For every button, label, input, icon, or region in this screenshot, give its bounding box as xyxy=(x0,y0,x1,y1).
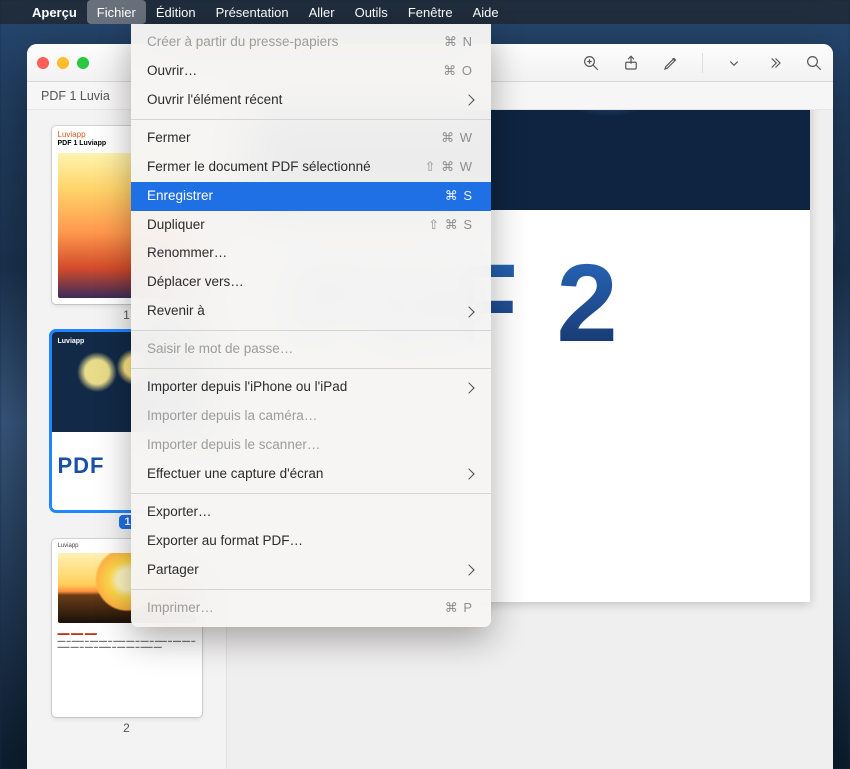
more-icon[interactable] xyxy=(765,54,783,72)
menu-item-label: Dupliquer xyxy=(147,215,205,236)
menu-aide[interactable]: Aide xyxy=(463,0,509,24)
menu-item: Importer depuis la caméra… xyxy=(131,402,491,431)
zoom-in-icon[interactable] xyxy=(582,54,600,72)
menu-fichier[interactable]: Fichier xyxy=(87,0,146,24)
menu-item[interactable]: Effectuer une capture d'écran xyxy=(131,460,491,489)
menu-presentation[interactable]: Présentation xyxy=(206,0,299,24)
share-icon[interactable] xyxy=(622,54,640,72)
menu-outils[interactable]: Outils xyxy=(345,0,398,24)
menu-item[interactable]: Déplacer vers… xyxy=(131,268,491,297)
search-icon[interactable] xyxy=(805,54,823,72)
menu-item-shortcut: ⇧ ⌘ S xyxy=(428,215,473,235)
menu-separator xyxy=(131,493,491,494)
close-window-button[interactable] xyxy=(37,57,49,69)
app-name[interactable]: Aperçu xyxy=(22,5,87,20)
menu-item-label: Créer à partir du presse-papiers xyxy=(147,32,338,53)
menu-item: Imprimer… ⌘ P xyxy=(131,594,491,623)
menu-item[interactable]: Revenir à xyxy=(131,297,491,326)
thumb-body: ▬▬ ▬ ▬▬▬ ▬ ▬▬ ▬▬ ▬ ▬▬▬ ▬▬ ▬ ▬▬ ▬ ▬▬▬ ▬ ▬… xyxy=(52,638,202,657)
menu-item-label: Ouvrir… xyxy=(147,61,197,82)
menu-item-label: Effectuer une capture d'écran xyxy=(147,464,323,485)
menu-item-label: Renommer… xyxy=(147,243,227,264)
menu-item[interactable]: Ouvrir l'élément récent xyxy=(131,86,491,115)
dropdown-icon[interactable] xyxy=(725,54,743,72)
menu-item[interactable]: Fermer ⌘ W xyxy=(131,124,491,153)
menu-item-shortcut: ⇧ ⌘ W xyxy=(425,157,473,177)
menu-item-label: Importer depuis la caméra… xyxy=(147,406,317,427)
menu-item: Créer à partir du presse-papiers ⌘ N xyxy=(131,28,491,57)
menu-separator xyxy=(131,589,491,590)
chevron-right-icon xyxy=(463,469,474,480)
menu-item-shortcut: ⌘ O xyxy=(443,61,473,81)
thumb-heading: ▬▬ ▬▬ ▬▬ xyxy=(52,627,202,638)
menu-item[interactable]: Partager xyxy=(131,556,491,585)
menu-fichier-dropdown: Créer à partir du presse-papiers ⌘ N Ouvri… xyxy=(131,24,491,627)
menu-item[interactable]: Exporter… xyxy=(131,498,491,527)
markup-icon[interactable] xyxy=(662,54,680,72)
zoom-window-button[interactable] xyxy=(77,57,89,69)
menu-item[interactable]: Fermer le document PDF sélectionné ⇧ ⌘ W xyxy=(131,153,491,182)
menu-item[interactable]: Renommer… xyxy=(131,239,491,268)
menu-item[interactable]: Exporter au format PDF… xyxy=(131,527,491,556)
menu-item-label: Revenir à xyxy=(147,301,205,322)
menu-item-shortcut: ⌘ S xyxy=(445,186,473,206)
menu-item: Importer depuis le scanner… xyxy=(131,431,491,460)
window-traffic-lights xyxy=(37,57,89,69)
menu-separator xyxy=(131,368,491,369)
menu-aller[interactable]: Aller xyxy=(299,0,345,24)
menu-item-label: Exporter au format PDF… xyxy=(147,531,303,552)
menu-item-shortcut: ⌘ N xyxy=(444,32,473,52)
chevron-right-icon xyxy=(463,382,474,393)
menu-edition[interactable]: Édition xyxy=(146,0,206,24)
menu-item-label: Saisir le mot de passe… xyxy=(147,339,293,360)
menubar: Aperçu Fichier Édition Présentation Alle… xyxy=(0,0,850,24)
document-title: PDF 1 Luvia xyxy=(41,89,110,103)
menu-fenetre[interactable]: Fenêtre xyxy=(398,0,463,24)
menu-item[interactable]: Dupliquer ⇧ ⌘ S xyxy=(131,211,491,240)
menu-item-shortcut: ⌘ W xyxy=(441,128,473,148)
toolbar-separator xyxy=(702,53,703,73)
chevron-right-icon xyxy=(463,306,474,317)
chevron-right-icon xyxy=(463,95,474,106)
menu-item-label: Fermer xyxy=(147,128,191,149)
menu-item-label: Imprimer… xyxy=(147,598,214,619)
menu-item-label: Importer depuis l'iPhone ou l'iPad xyxy=(147,377,347,398)
menu-item[interactable]: Importer depuis l'iPhone ou l'iPad xyxy=(131,373,491,402)
menu-item-label: Enregistrer xyxy=(147,186,213,207)
menu-separator xyxy=(131,119,491,120)
menu-item-label: Ouvrir l'élément récent xyxy=(147,90,282,111)
minimize-window-button[interactable] xyxy=(57,57,69,69)
menu-item-label: Exporter… xyxy=(147,502,212,523)
menu-item: Saisir le mot de passe… xyxy=(131,335,491,364)
menu-item-label: Importer depuis le scanner… xyxy=(147,435,320,456)
menu-item[interactable]: Enregistrer ⌘ S xyxy=(131,182,491,211)
menu-separator xyxy=(131,330,491,331)
menu-item[interactable]: Ouvrir… ⌘ O xyxy=(131,57,491,86)
toolbar-right xyxy=(582,44,823,81)
menu-item-label: Déplacer vers… xyxy=(147,272,244,293)
menu-item-label: Fermer le document PDF sélectionné xyxy=(147,157,371,178)
menu-item-label: Partager xyxy=(147,560,199,581)
chevron-right-icon xyxy=(463,564,474,575)
page-number: 2 xyxy=(39,721,214,735)
menu-item-shortcut: ⌘ P xyxy=(445,598,473,618)
